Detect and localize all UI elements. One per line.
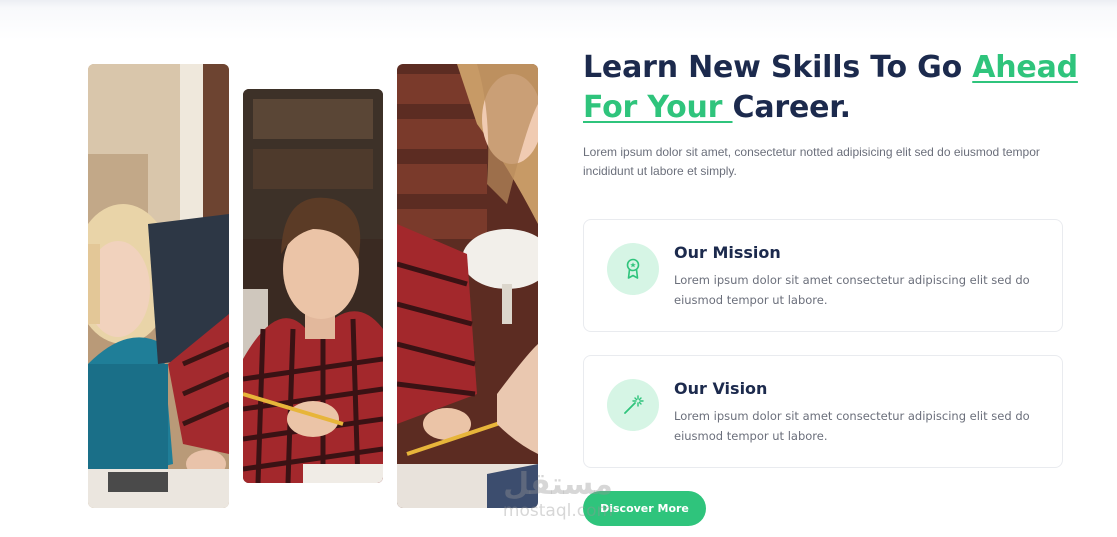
heading-text-start: Learn New Skills To Go — [583, 50, 973, 85]
mission-text: Lorem ipsum dolor sit amet consectetur a… — [674, 273, 1030, 307]
vision-text: Lorem ipsum dolor sit amet consectetur a… — [674, 409, 1030, 443]
photo-strip-right — [397, 64, 538, 508]
vision-card: Our Vision Lorem ipsum dolor sit amet co… — [583, 355, 1063, 468]
photo-strip-left — [88, 64, 229, 508]
magic-wand-icon — [624, 395, 644, 414]
vision-title: Our Vision — [674, 379, 768, 398]
heading-text-end: Career. — [732, 90, 851, 125]
mission-card: Our Mission Lorem ipsum dolor sit amet c… — [583, 219, 1063, 332]
intro-text: Lorem ipsum dolor sit amet, consectetur … — [583, 145, 1040, 178]
photo-strip-middle — [243, 89, 383, 483]
section-heading: Learn New Skills To Go Ahead For Your Ca… — [583, 48, 1083, 128]
vision-icon-circle — [607, 379, 659, 431]
top-fade — [0, 0, 1117, 40]
mission-icon-circle — [607, 243, 659, 295]
award-icon — [626, 258, 640, 279]
discover-more-button[interactable]: Discover More — [583, 491, 706, 526]
mission-title: Our Mission — [674, 243, 781, 262]
